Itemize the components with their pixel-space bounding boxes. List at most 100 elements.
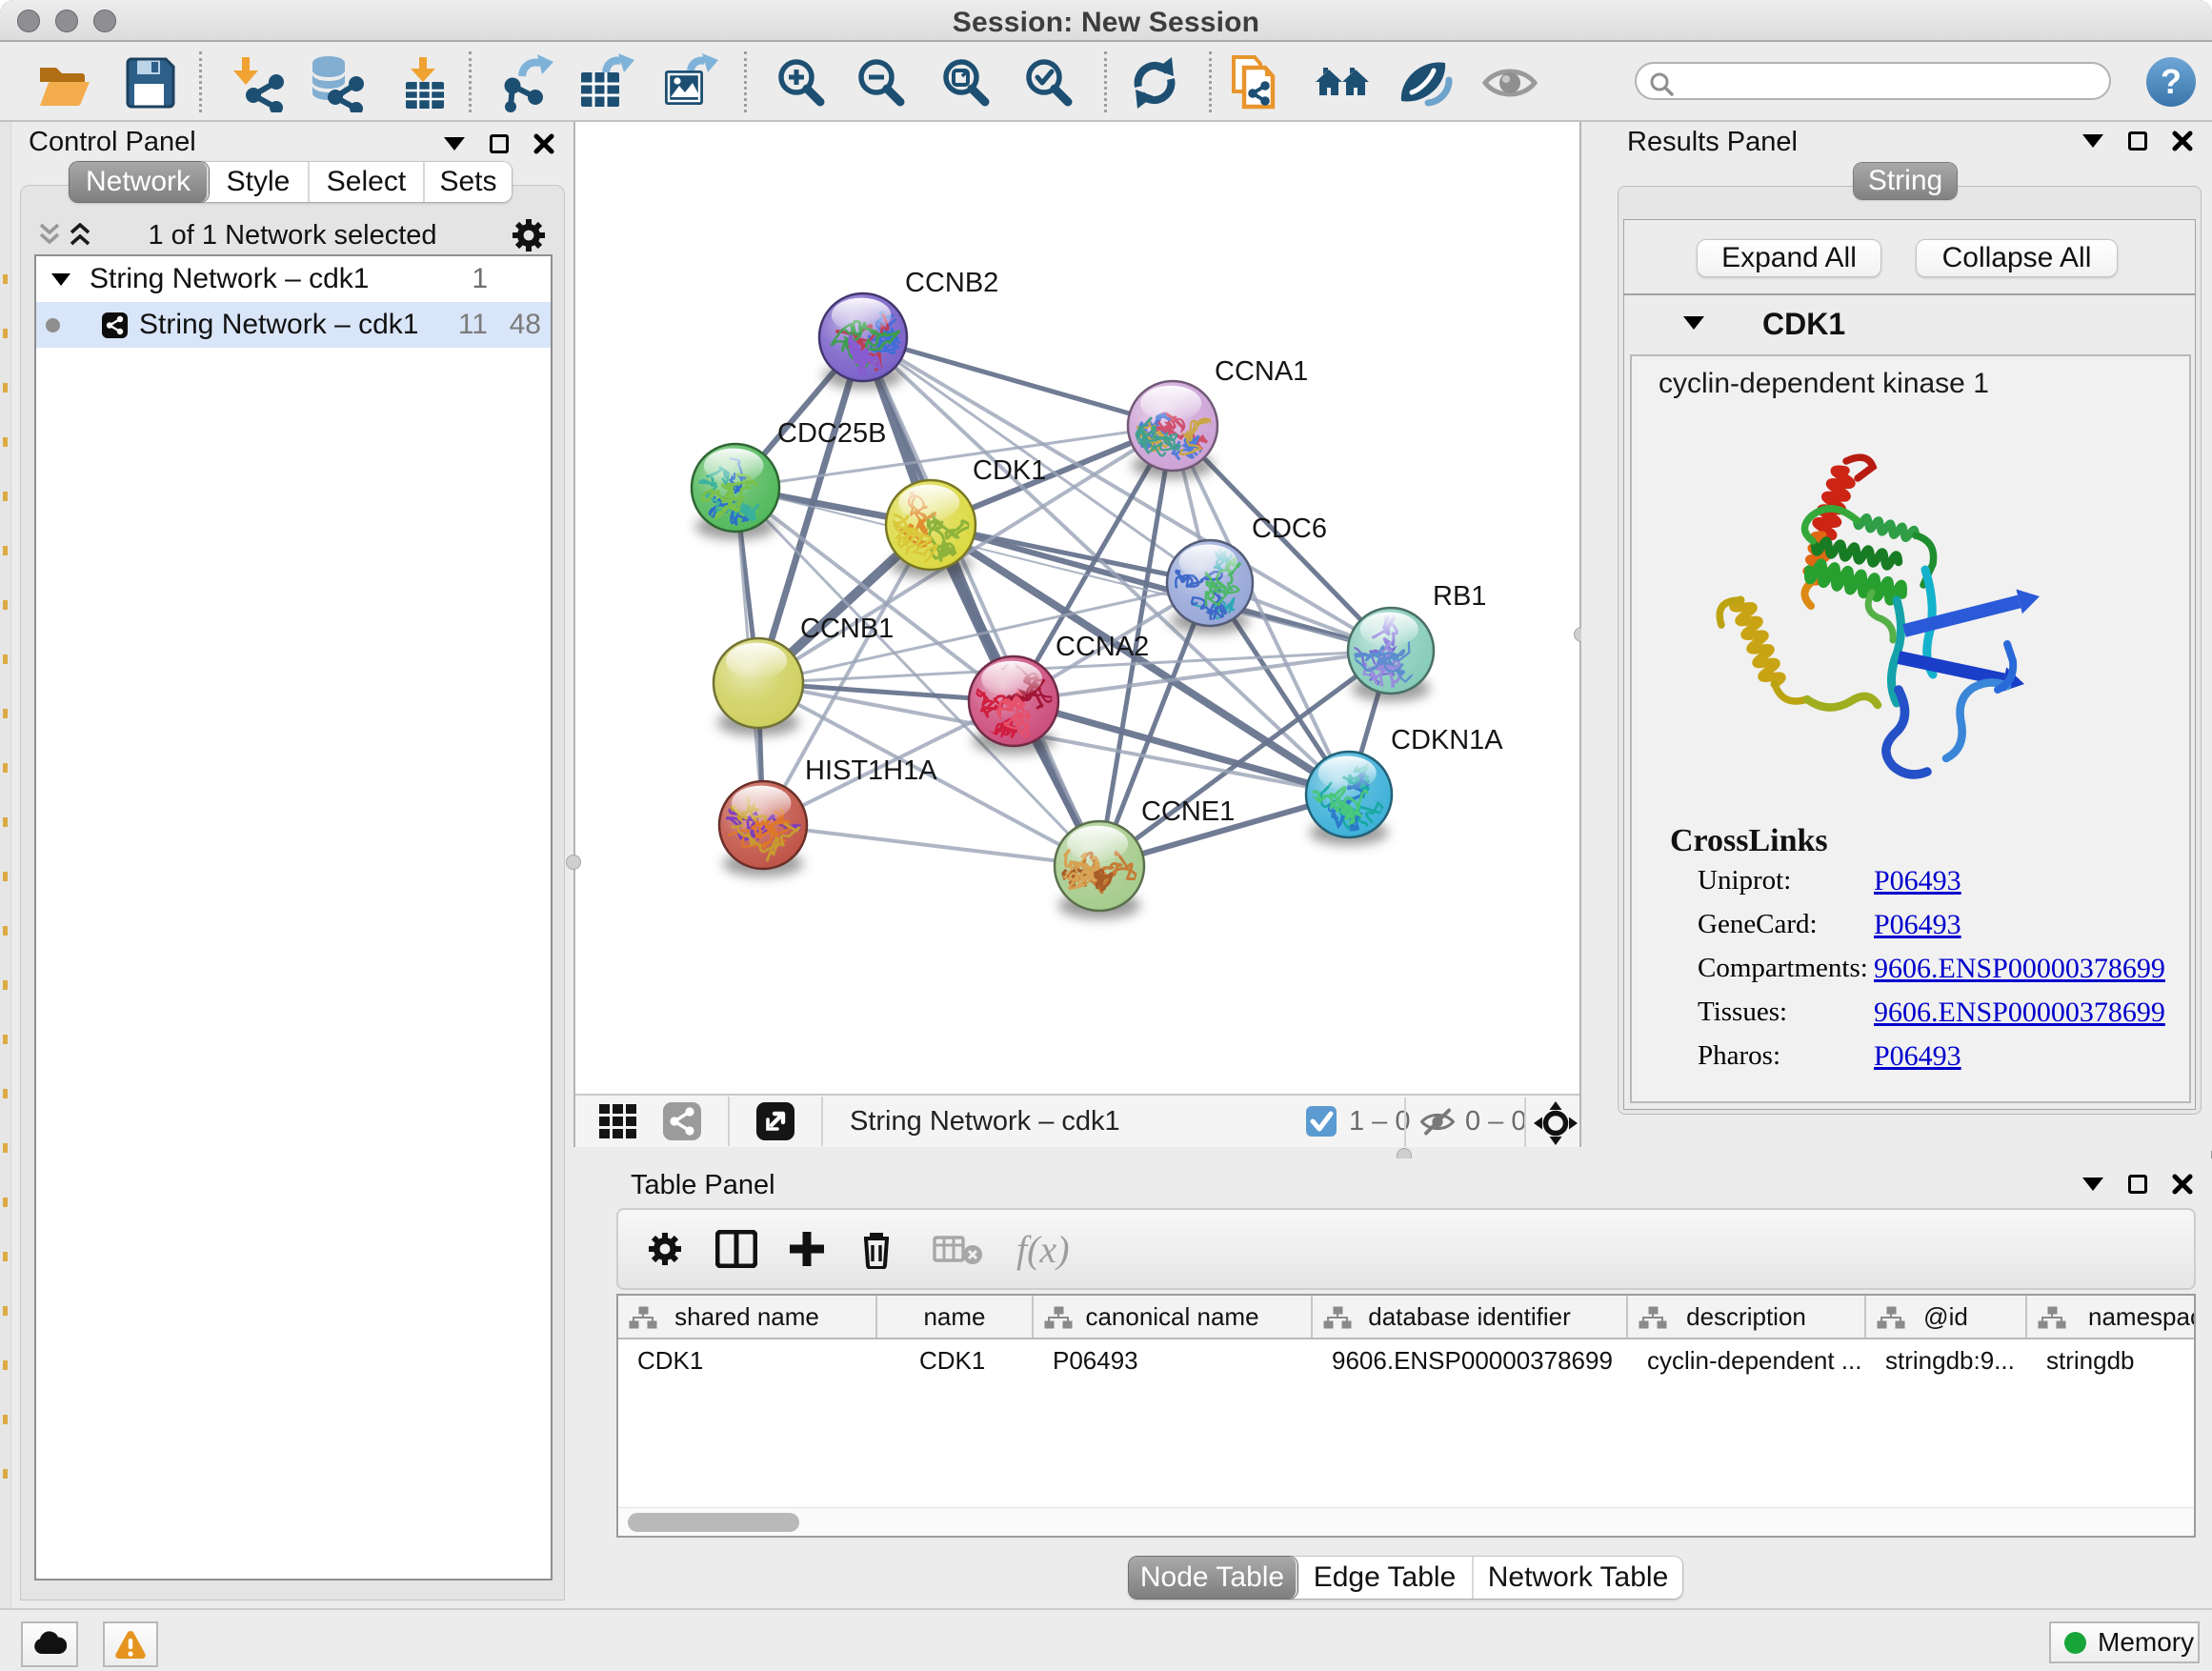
expand-all-button[interactable]: Expand All: [1697, 239, 1881, 277]
entry-expander-icon[interactable]: [1683, 316, 1704, 330]
warning-status-button[interactable]: [103, 1621, 158, 1667]
crosslink-link[interactable]: 9606.ENSP00000378699: [1874, 997, 2165, 1029]
column-header-@id[interactable]: @id: [1866, 1296, 2027, 1338]
zoom-out-icon[interactable]: [851, 53, 910, 112]
refresh-icon[interactable]: [1125, 53, 1184, 112]
network-view-toolbar: String Network – cdk1 1 – 0 0 – 0: [575, 1094, 1579, 1147]
import-network-file-icon[interactable]: [229, 53, 288, 112]
tab-network-table[interactable]: Network Table: [1474, 1557, 1682, 1599]
tab-select[interactable]: Select: [310, 162, 425, 202]
collection-count: 1: [472, 263, 488, 295]
crosslink-link[interactable]: P06493: [1874, 865, 1961, 897]
network-node-count: 11: [458, 309, 488, 341]
crosslink-link[interactable]: 9606.ENSP00000378699: [1874, 953, 2165, 985]
add-column-icon[interactable]: [788, 1230, 826, 1268]
hide-selected-icon[interactable]: [1396, 53, 1455, 112]
column-header-database-identifier[interactable]: database identifier: [1313, 1296, 1628, 1338]
hidden-eye-icon[interactable]: [1419, 1107, 1456, 1137]
node-table: shared namenamecanonical namedatabase id…: [616, 1294, 2196, 1538]
cell-name[interactable]: CDK1: [877, 1339, 1034, 1381]
cell-description[interactable]: cyclin-dependent ...: [1628, 1339, 1866, 1381]
open-in-window-icon[interactable]: [756, 1102, 794, 1140]
collection-expander-icon[interactable]: [51, 273, 70, 286]
left-splitter-handle[interactable]: [566, 855, 581, 870]
results-panel-close-icon[interactable]: [2172, 131, 2193, 151]
copy-network-icon[interactable]: [1228, 53, 1287, 112]
table-panel-close-icon[interactable]: [2172, 1174, 2193, 1195]
table-row[interactable]: CDK1CDK1P064939606.ENSP00000378699cyclin…: [618, 1339, 2194, 1381]
birdseye-grid-icon[interactable]: [598, 1101, 638, 1141]
network-options-gear-icon[interactable]: [509, 215, 549, 255]
column-type-icon: [1323, 1306, 1352, 1329]
save-session-icon[interactable]: [120, 53, 179, 112]
column-header-namespace[interactable]: namespace: [2027, 1296, 2196, 1338]
cell-database-identifier[interactable]: 9606.ENSP00000378699: [1313, 1339, 1628, 1381]
collapse-all-button[interactable]: Collapse All: [1916, 239, 2118, 277]
tab-node-table[interactable]: Node Table: [1129, 1557, 1297, 1599]
delete-column-icon[interactable]: [858, 1229, 895, 1269]
network-canvas[interactable]: CCNB2CCNA1CDC25BCDK1CDC6RB1CCNB1CCNA2CDK…: [575, 122, 1581, 1094]
open-session-icon[interactable]: [34, 53, 93, 112]
cell-canonical-name[interactable]: P06493: [1034, 1339, 1313, 1381]
control-panel-float-icon[interactable]: [490, 134, 509, 153]
export-image-icon[interactable]: [660, 53, 719, 112]
results-tab-string[interactable]: String: [1854, 163, 1957, 199]
show-eye-icon[interactable]: [1480, 53, 1539, 112]
collapsed-tool-strip[interactable]: [0, 122, 11, 1608]
import-network-database-icon[interactable]: [307, 53, 366, 112]
network-collection-row[interactable]: String Network – cdk1 1: [36, 256, 551, 302]
delete-table-icon[interactable]: [933, 1232, 982, 1266]
protein-structure-image: [1670, 448, 2061, 791]
zoom-fit-icon[interactable]: [935, 53, 995, 112]
crosslinks-title: CrossLinks: [1670, 823, 1828, 859]
results-panel-float-icon[interactable]: [2128, 131, 2147, 151]
show-columns-icon[interactable]: [715, 1230, 757, 1268]
memory-ok-indicator: [2064, 1632, 2086, 1654]
zoom-selected-icon[interactable]: [1018, 53, 1077, 112]
control-panel-close-icon[interactable]: [533, 133, 554, 154]
column-header-description[interactable]: description: [1628, 1296, 1866, 1338]
zoom-in-icon[interactable]: [771, 53, 830, 112]
tab-network[interactable]: Network: [70, 162, 209, 202]
edge-CCNB2-CCNE1[interactable]: [863, 337, 1099, 866]
network-row[interactable]: String Network – cdk1 11 48: [36, 302, 551, 348]
fit-content-crosshair-icon[interactable]: [1534, 1101, 1578, 1145]
control-panel-menu-icon[interactable]: [444, 137, 465, 151]
table-panel: Table Panel: [572, 1158, 2212, 1608]
edge-HIST1H1A-CCNE1[interactable]: [763, 825, 1099, 866]
table-horizontal-scrollbar[interactable]: [618, 1507, 2194, 1536]
selected-checkbox-icon[interactable]: [1305, 1105, 1337, 1137]
home-pages-icon[interactable]: [1314, 53, 1373, 112]
column-header-shared-name[interactable]: shared name: [618, 1296, 877, 1338]
node-label-CCNB1: CCNB1: [800, 614, 894, 644]
results-panel-menu-icon[interactable]: [2082, 134, 2103, 148]
tab-sets[interactable]: Sets: [425, 162, 512, 202]
help-icon[interactable]: ?: [2144, 55, 2198, 109]
search-input[interactable]: [1635, 62, 2111, 100]
results-entry-header[interactable]: CDK1: [1624, 295, 2195, 354]
column-type-icon: [629, 1306, 657, 1329]
node-label-HIST1H1A: HIST1H1A: [805, 755, 937, 786]
table-panel-float-icon[interactable]: [2128, 1175, 2147, 1194]
crosslink-link[interactable]: P06493: [1874, 909, 1961, 941]
table-settings-gear-icon[interactable]: [645, 1229, 685, 1269]
tab-style[interactable]: Style: [209, 162, 310, 202]
import-table-file-icon[interactable]: [394, 53, 453, 112]
network-badge-icon[interactable]: [663, 1102, 701, 1140]
cell-@id[interactable]: stringdb:9...: [1866, 1339, 2027, 1381]
scrollbar-thumb[interactable]: [628, 1513, 799, 1532]
export-network-icon[interactable]: [497, 53, 556, 112]
function-builder-button[interactable]: f(x): [1016, 1227, 1070, 1272]
export-table-icon[interactable]: [577, 53, 636, 112]
memory-status-button[interactable]: Memory: [2049, 1621, 2200, 1663]
crosslink-label: Pharos:: [1698, 1040, 1780, 1072]
cell-shared-name[interactable]: CDK1: [618, 1339, 877, 1381]
cloud-status-button[interactable]: [21, 1621, 78, 1667]
tab-edge-table[interactable]: Edge Table: [1297, 1557, 1474, 1599]
column-header-canonical-name[interactable]: canonical name: [1034, 1296, 1313, 1338]
column-header-name[interactable]: name: [877, 1296, 1034, 1338]
control-panel-body: 1 of 1 Network selected String Network –…: [20, 185, 565, 1601]
cell-namespace[interactable]: stringdb: [2027, 1339, 2196, 1381]
table-panel-menu-icon[interactable]: [2082, 1178, 2103, 1191]
crosslink-link[interactable]: P06493: [1874, 1040, 1961, 1073]
